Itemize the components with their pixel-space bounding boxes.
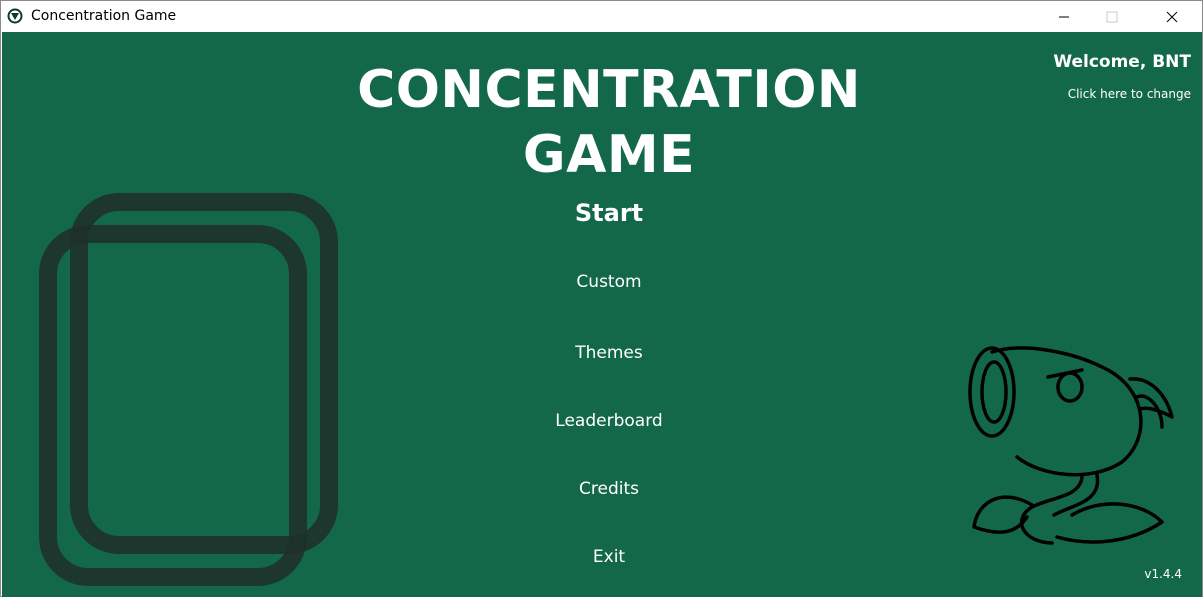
game-title-line2: GAME [522, 125, 696, 185]
maximize-button[interactable] [1089, 1, 1135, 32]
game-logo-icon [7, 8, 23, 24]
start-button[interactable]: Start [2, 199, 1202, 227]
version-label: v1.4.4 [1144, 567, 1182, 581]
game-title-line1: CONCENTRATION [357, 60, 861, 120]
maximize-icon [1106, 11, 1118, 22]
peashooter-mascot-icon [968, 346, 1174, 545]
minimize-icon [1059, 16, 1069, 17]
minimize-button[interactable] [1041, 1, 1087, 32]
close-icon [1166, 11, 1178, 22]
app-window: Concentration Game CONCENTRATION GAME St… [0, 0, 1203, 597]
custom-button[interactable]: Custom [2, 272, 1202, 292]
welcome-text: Welcome, BNT [1053, 52, 1191, 72]
card-stack-icon [39, 193, 338, 586]
title-bar[interactable]: Concentration Game [1, 1, 1202, 32]
game-main-menu: CONCENTRATION GAME Start Custom Themes L… [2, 32, 1202, 597]
change-user-link[interactable]: Click here to change [1068, 87, 1191, 101]
close-button[interactable] [1149, 1, 1195, 32]
window-title: Concentration Game [31, 8, 177, 24]
